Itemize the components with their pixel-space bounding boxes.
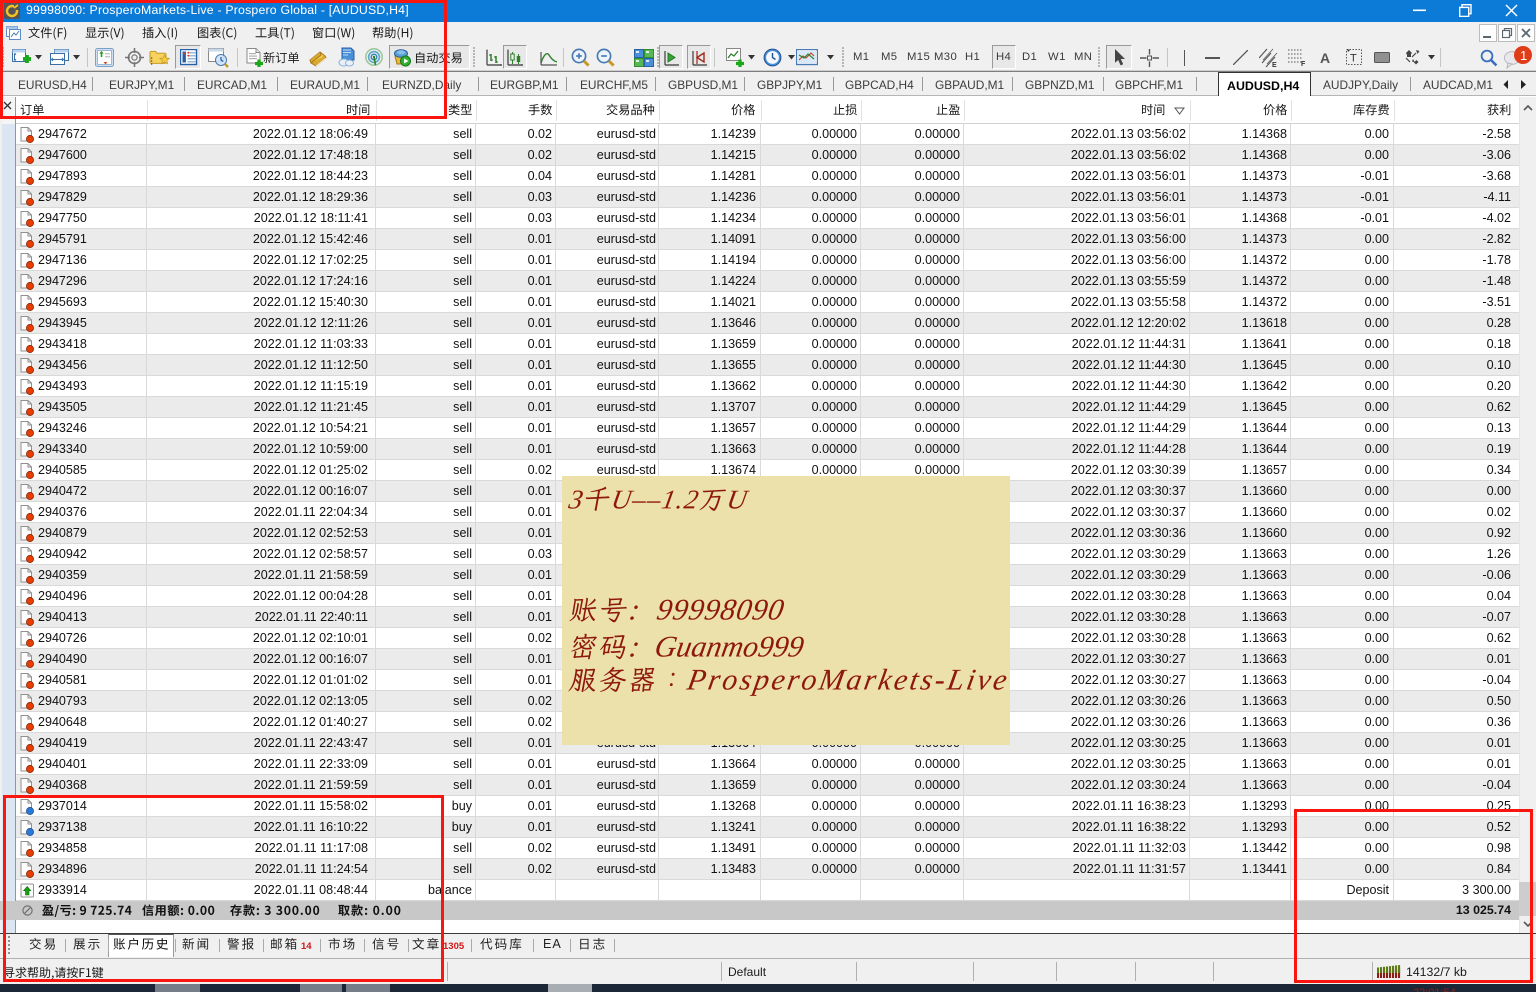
svg-text:1: 1 (1520, 48, 1527, 63)
svg-text:T: T (1350, 53, 1357, 65)
svg-text:E: E (1272, 62, 1277, 68)
svg-text:F: F (1301, 61, 1306, 67)
